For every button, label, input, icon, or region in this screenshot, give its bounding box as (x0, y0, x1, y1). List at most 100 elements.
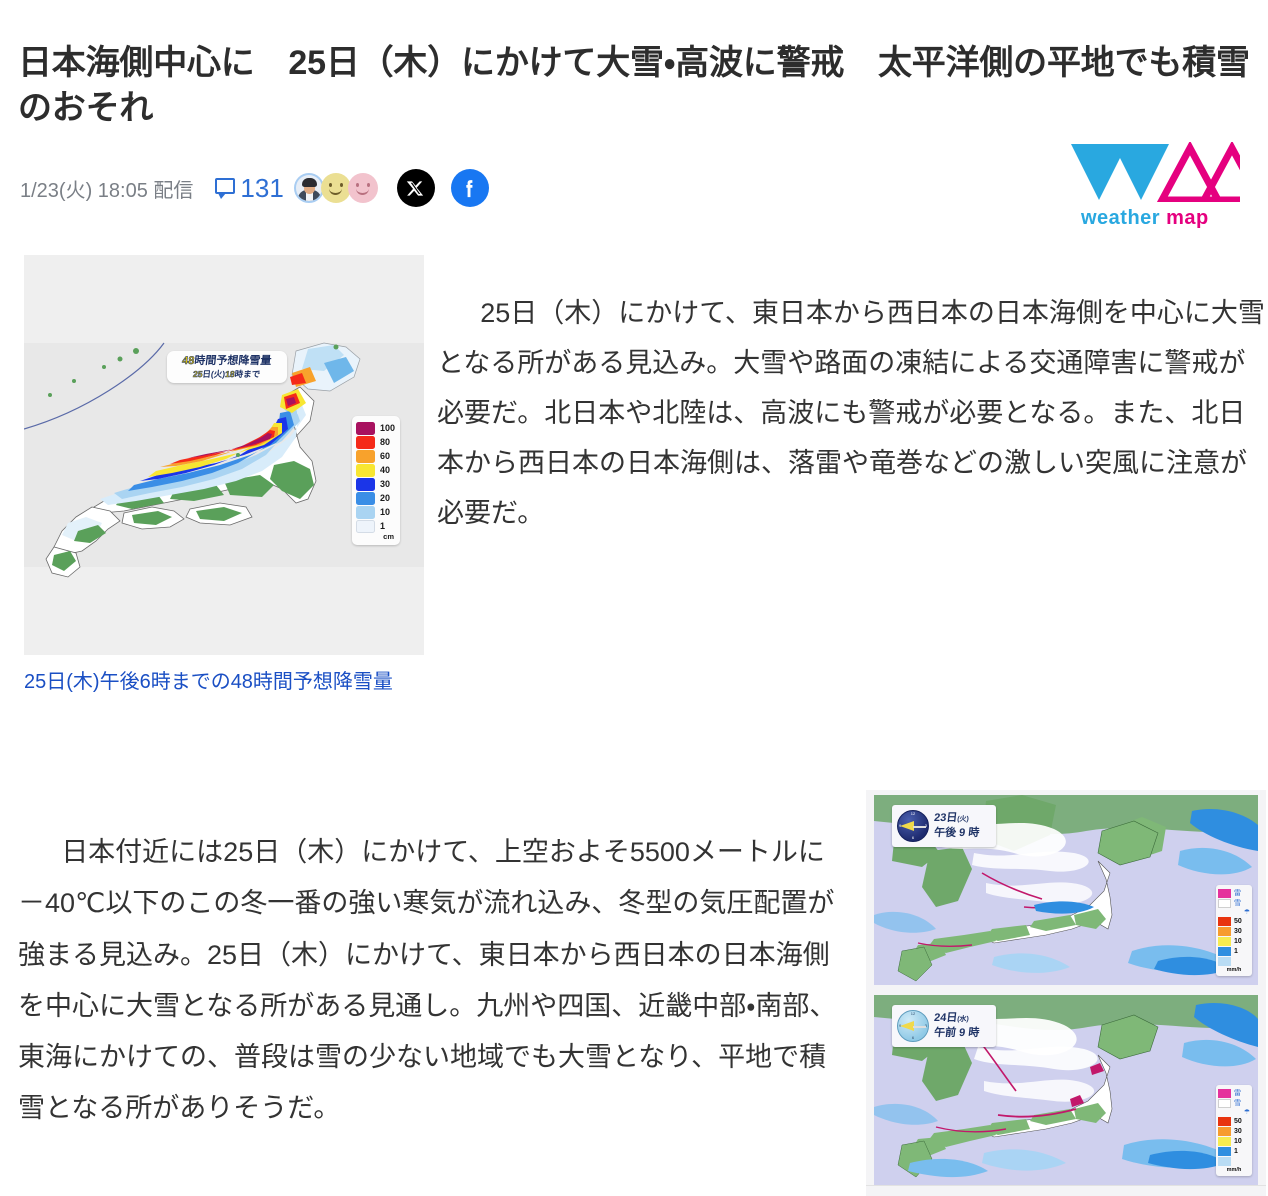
snow-legend-rows: 100 80 60 40 30 20 10 1 (356, 421, 396, 533)
rain-legend-row: 50 (1218, 916, 1250, 926)
snow-legend-swatch (356, 435, 375, 449)
weather-map-mark (1065, 140, 1266, 204)
smiley-reaction-icon[interactable] (320, 173, 351, 203)
snow-legend-row: 1 (356, 519, 396, 533)
forecast-weekday-24: (水) (956, 1016, 970, 1024)
page-title: 日本海側中心に 25日（木）にかけて大雪・高波に警戒 太平洋側の平地でも積雪のお… (18, 43, 1250, 127)
snow-legend-swatch (356, 477, 375, 491)
map-title-line-1: 48時間予想降雪量 (181, 354, 273, 367)
facebook-share-icon[interactable] (450, 169, 489, 207)
rain-legend-symbol: 雪 (1234, 899, 1241, 907)
rain-legend-swatch (1218, 1116, 1231, 1126)
rain-legend-label: 1 (1234, 1147, 1238, 1155)
snow-legend-row: 20 (356, 491, 396, 505)
rain-legend-label: 50 (1234, 1117, 1242, 1125)
comment-bubble-icon (215, 178, 237, 199)
snow-legend-row: 100 (356, 421, 396, 435)
section-divider (866, 1185, 1266, 1186)
rain-legend-label: 50 (1234, 917, 1242, 925)
snow-depth-legend: 100 80 60 40 30 20 10 1 cm (352, 416, 400, 545)
forecast-hour-23: 午後 9 時 (933, 827, 980, 839)
clock-icon-day: 123 69 (897, 1010, 929, 1042)
forecast-time-badge-23: 123 69 23日(火) 午後 9 時 (892, 805, 996, 847)
rain-legend-label: 10 (1234, 937, 1242, 945)
rain-legend-23: 雷雪 ☂ 50 30 10 1 mm/h (1216, 885, 1252, 976)
share-buttons (396, 169, 489, 207)
map-title-hours-text: 時間予想降雪量 (194, 354, 273, 367)
forecast-day-23: 23日 (933, 812, 958, 825)
rain-legend-row: 雪 (1218, 1098, 1250, 1108)
map-title-line-2: 25日(火)18時まで (193, 368, 262, 379)
rain-legend-row (1218, 956, 1250, 966)
snow-legend-swatch (356, 449, 375, 463)
rain-legend-24: 雷雪 ☂ 50 30 10 1 mm/h (1216, 1085, 1252, 1176)
rain-legend-row: 10 (1218, 1136, 1250, 1146)
body-paragraph-1: 25日（木）にかけて、東日本から西日本の日本海側を中心に大雪となる所がある見込み… (437, 298, 1265, 528)
rain-legend-umbrella-row: ☂ (1218, 1108, 1250, 1116)
rain-legend-label: 30 (1234, 927, 1242, 935)
comment-count-link[interactable]: 131 (215, 172, 284, 204)
forecast-date-24: 24日(水) (933, 1012, 980, 1025)
figure-caption-link[interactable]: 25日(木)午後6時までの48時間予想降雪量 (24, 668, 424, 696)
rain-legend-swatch (1218, 1088, 1231, 1098)
rain-legend-row: 30 (1218, 926, 1250, 936)
forecast-map-24[interactable]: 123 69 24日(水) 午前 9 時 雷雪☂50 30 10 1 mm/h (874, 995, 1258, 1185)
x-share-icon[interactable] (396, 169, 435, 207)
rain-legend-swatch (1218, 1098, 1231, 1108)
rain-legend-label: 10 (1234, 1137, 1242, 1145)
rain-legend-row: 10 (1218, 936, 1250, 946)
snow-legend-label: 60 (380, 450, 391, 461)
rain-legend-unit-24: mm/h (1226, 1167, 1242, 1173)
rain-legend-swatch (1218, 916, 1231, 926)
rain-legend-swatch (1218, 1126, 1231, 1136)
rain-legend-unit-23: mm/h (1226, 967, 1242, 973)
clock-icon-night: 123 69 (897, 810, 929, 842)
forecast-time-badge-24: 123 69 24日(水) 午前 9 時 (892, 1005, 996, 1047)
snow-legend-swatch (356, 519, 375, 533)
rain-legend-row: 雪 (1218, 898, 1250, 908)
rain-legend-rows-24: 雷雪 ☂ 50 30 10 1 (1218, 1088, 1250, 1166)
rain-legend-swatch (1218, 898, 1231, 908)
pink-smiley-reaction-icon[interactable] (347, 173, 378, 203)
weather-map-wordmark: weather map (1081, 207, 1209, 230)
snow-legend-label: 10 (380, 506, 391, 517)
rain-legend-label: 30 (1234, 1127, 1242, 1135)
snow-legend-label: 1 (380, 520, 386, 531)
rain-legend-swatch (1218, 1156, 1231, 1166)
rain-legend-swatch (1218, 946, 1231, 956)
map-title-hour-unit: 時まで (234, 368, 262, 379)
comment-count-value: 131 (240, 172, 284, 203)
rain-legend-row: 1 (1218, 946, 1250, 956)
rain-legend-row: 1 (1218, 1146, 1250, 1156)
article-meta-row: 1/23(火) 18:05 配信 131 (20, 166, 489, 210)
rain-legend-swatch (1218, 1146, 1231, 1156)
snow-forecast-image[interactable]: 48時間予想降雪量 25日(火)18時まで 100 80 60 40 30 20 10 1 c… (24, 255, 424, 655)
snow-legend-label: 20 (380, 492, 391, 503)
body-paragraph-2: 日本付近には25日（木）にかけて、上空およそ5500メートルに－40℃以下のこの… (18, 837, 837, 1124)
map-title-overlay: 48時間予想降雪量 25日(火)18時まで (167, 351, 287, 383)
snow-legend-swatch (356, 421, 375, 435)
snow-legend-label: 100 (380, 422, 396, 433)
publish-timestamp: 1/23(火) 18:05 配信 (20, 179, 194, 202)
umbrella-icon: ☂ (1243, 1108, 1250, 1116)
rain-legend-row: 30 (1218, 1126, 1250, 1136)
expert-avatar[interactable] (293, 173, 324, 203)
brand-word-map: map (1166, 207, 1209, 229)
snow-legend-label: 40 (380, 464, 391, 475)
snow-legend-row: 30 (356, 477, 396, 491)
rain-legend-row: 50 (1218, 1116, 1250, 1126)
brand-word-weather: weather (1081, 207, 1161, 229)
forecast-map-23[interactable]: 123 69 23日(火) 午後 9 時 雷雪☂50 30 10 1 mm/h (874, 795, 1258, 985)
reaction-avatars[interactable] (293, 173, 378, 203)
pressure-forecast-images[interactable]: 123 69 23日(火) 午後 9 時 雷雪☂5030101 mm/h (866, 790, 1266, 1196)
article-page: 日本海側中心に 25日（木）にかけて大雪・高波に警戒 太平洋側の平地でも積雪のお… (0, 0, 1268, 1196)
forecast-day-24: 24日 (933, 1012, 958, 1025)
rain-legend-label: 1 (1234, 947, 1238, 955)
forecast-time-text-24: 24日(水) 午前 9 時 (933, 1012, 980, 1039)
snow-legend-row: 80 (356, 435, 396, 449)
snow-legend-swatch (356, 505, 375, 519)
rain-legend-symbol: 雪 (1234, 1099, 1241, 1107)
forecast-date-23: 23日(火) (933, 812, 980, 825)
rain-legend-umbrella-row: ☂ (1218, 908, 1250, 916)
rain-legend-symbol: 雷 (1234, 1089, 1241, 1097)
